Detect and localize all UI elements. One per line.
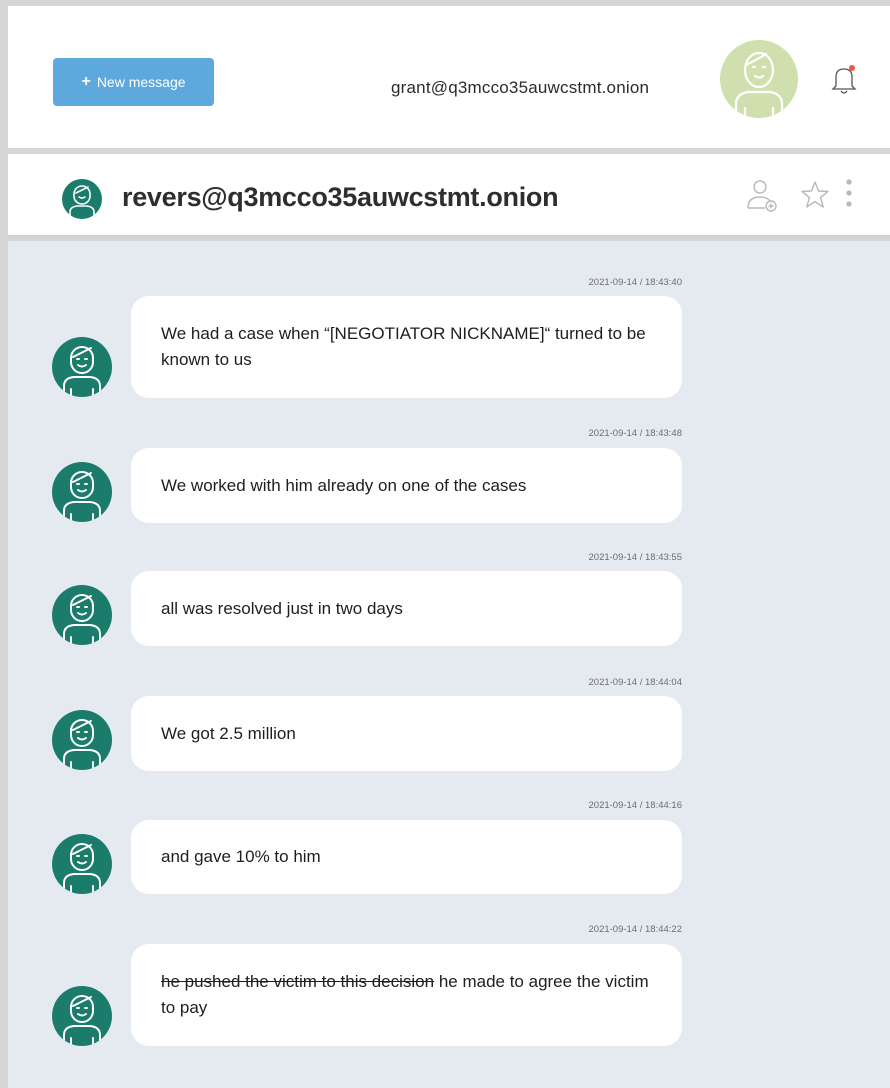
- more-options-button[interactable]: [842, 178, 856, 212]
- message-bubble: he pushed the victim to this decision he…: [131, 944, 682, 1046]
- sender-avatar: [52, 834, 112, 894]
- peer-name: revers@q3mcco35auwcstmt.onion: [122, 182, 559, 212]
- message-bubble: We worked with him already on one of the…: [131, 448, 682, 523]
- add-contact-button[interactable]: [745, 178, 779, 212]
- chat-header: revers@q3mcco35auwcstmt.onion: [8, 154, 890, 238]
- sender-avatar: [52, 585, 112, 645]
- add-contact-icon: [747, 180, 777, 212]
- sender-avatar: [52, 337, 112, 397]
- message-text: and gave 10% to him: [161, 847, 321, 866]
- message-bubble: We got 2.5 million: [131, 696, 682, 771]
- new-message-label: New message: [96, 74, 186, 90]
- avatar-icon: [63, 843, 101, 894]
- message-timestamp: 2021-09-14 / 18:44:04: [588, 677, 683, 688]
- message-bubble: We had a case when “[NEGOTIATOR NICKNAME…: [131, 296, 682, 398]
- new-message-button[interactable]: + New message: [53, 58, 214, 106]
- notification-dot: [849, 65, 855, 71]
- message-timestamp: 2021-09-14 / 18:43:55: [588, 552, 683, 563]
- sender-avatar: [52, 710, 112, 770]
- message-text: We got 2.5 million: [161, 723, 296, 743]
- user-avatar[interactable]: [720, 40, 798, 118]
- avatar-icon: [63, 471, 101, 522]
- sender-avatar: [52, 462, 112, 522]
- bell-icon: [831, 65, 857, 94]
- user-email: grant@q3mcco35auwcstmt.onion: [391, 78, 650, 97]
- message-text: all was resolved just in two days: [161, 598, 403, 618]
- avatar-icon: [63, 346, 101, 397]
- avatar-icon: [63, 594, 101, 645]
- avatar-icon: [63, 719, 101, 770]
- sender-avatar: [52, 986, 112, 1046]
- message-timestamp: 2021-09-14 / 18:44:22: [588, 924, 683, 935]
- message-timestamp: 2021-09-14 / 18:43:48: [588, 428, 683, 439]
- plus-icon: +: [81, 73, 91, 90]
- message-timestamp: 2021-09-14 / 18:43:40: [588, 277, 683, 288]
- notifications-button[interactable]: [831, 64, 857, 96]
- message-text-wrap: he pushed the victim to this decision he…: [161, 969, 652, 1021]
- user-avatar-icon: [734, 51, 784, 118]
- peer-avatar-icon: [69, 185, 95, 219]
- star-icon: [801, 181, 829, 208]
- more-vertical-icon: [846, 179, 852, 207]
- message-text: We had a case when “[NEGOTIATOR NICKNAME…: [161, 324, 646, 369]
- top-bar: + New message grant@q3mcco35auwcstmt.oni…: [8, 6, 890, 148]
- message-bubble: all was resolved just in two days: [131, 571, 682, 646]
- message-text: We worked with him already on one of the…: [161, 475, 527, 495]
- favorite-button[interactable]: [800, 180, 830, 210]
- message-bubble: and gave 10% to him: [131, 820, 682, 894]
- message-timestamp: 2021-09-14 / 18:44:16: [588, 800, 683, 811]
- chat-messages[interactable]: 2021-09-14 / 18:43:40 We had a case when…: [8, 241, 890, 1088]
- avatar-icon: [63, 995, 101, 1046]
- struck-text: he pushed the victim to this decision: [161, 972, 435, 991]
- peer-avatar[interactable]: [62, 179, 102, 219]
